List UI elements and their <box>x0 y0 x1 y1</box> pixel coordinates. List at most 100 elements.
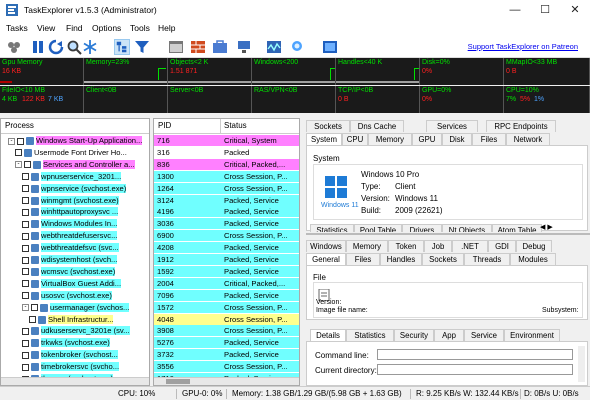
tab-dotnet[interactable]: .NET <box>452 240 488 252</box>
maximize-button[interactable]: ☐ <box>530 0 560 20</box>
tab-system[interactable]: System <box>306 133 342 145</box>
process-checkbox[interactable] <box>22 185 29 193</box>
pid-row[interactable]: 716 Critical, System <box>154 135 299 146</box>
tab-modules[interactable]: Modules <box>510 253 556 265</box>
process-row[interactable]: tokenbroker (svchost... <box>1 349 149 360</box>
tab-files-proc[interactable]: Files <box>346 253 380 265</box>
tab-pool-table[interactable]: Pool Table <box>354 224 402 232</box>
tab-service[interactable]: Service <box>464 329 504 341</box>
process-hscrollbar[interactable] <box>1 377 149 385</box>
tab-details[interactable]: Details <box>310 329 346 341</box>
pid-row[interactable]: 1592 Packed, Service <box>154 265 299 277</box>
tab-disk[interactable]: Disk <box>442 133 472 145</box>
tree-view-icon[interactable] <box>114 39 130 55</box>
tab-scroll-arrows[interactable]: ◀ ▶ <box>540 224 584 232</box>
tab-memory[interactable]: Memory <box>368 133 412 145</box>
pid-row[interactable]: 1300 Cross Session, P... <box>154 170 299 182</box>
process-checkbox[interactable] <box>22 244 29 252</box>
tab-cpu[interactable]: CPU <box>342 133 368 145</box>
tab-drivers[interactable]: Drivers <box>402 224 442 232</box>
window-icon[interactable] <box>168 39 184 55</box>
process-checkbox[interactable] <box>31 304 38 312</box>
pid-row[interactable]: 4196 Packed, Service <box>154 206 299 218</box>
pid-row[interactable]: 1572 Cross Session, P... <box>154 301 299 313</box>
tab-app[interactable]: App <box>434 329 464 341</box>
process-row[interactable]: usosvc (svchost.exe) <box>1 290 149 301</box>
snowflake-icon[interactable] <box>82 39 98 55</box>
search-icon[interactable] <box>66 39 82 55</box>
current-directory-field[interactable] <box>377 364 573 375</box>
pid-row[interactable]: 3556 Cross Session, P... <box>154 361 299 373</box>
process-checkbox[interactable] <box>22 327 29 335</box>
process-checkbox[interactable] <box>22 339 29 347</box>
menu-tools[interactable]: Tools <box>130 23 150 33</box>
process-row[interactable]: VirtualBox Guest Addi... <box>1 278 149 289</box>
pid-row[interactable]: 316 Packed <box>154 147 299 158</box>
process-checkbox[interactable] <box>22 363 29 371</box>
process-row[interactable]: wpnuserservice_3201... <box>1 171 149 182</box>
process-checkbox[interactable] <box>22 232 29 240</box>
process-row[interactable]: udkuserservc_3201e (sv... <box>1 325 149 336</box>
pid-column-header[interactable]: PID <box>158 121 171 133</box>
tab-dns-cache[interactable]: Dns Cache <box>350 120 404 132</box>
find-handle-icon[interactable] <box>290 39 306 55</box>
menu-view[interactable]: View <box>37 23 55 33</box>
process-row[interactable]: webthreatdefsvc (svc... <box>1 242 149 253</box>
menu-help[interactable]: Help <box>158 23 175 33</box>
tab-sockets[interactable]: Sockets <box>306 120 350 132</box>
process-checkbox[interactable] <box>22 280 29 288</box>
patreon-link[interactable]: Support TaskExplorer on Patreon <box>468 42 578 51</box>
process-row[interactable]: Windows Modules In... <box>1 218 149 229</box>
network-icon[interactable] <box>236 39 252 55</box>
process-checkbox[interactable] <box>15 149 22 157</box>
process-row[interactable]: webthreatdefusersvc... <box>1 230 149 241</box>
tab-token[interactable]: Token <box>388 240 424 252</box>
process-checkbox[interactable] <box>22 208 29 216</box>
process-row[interactable]: wcmsvc (svchost.exe) <box>1 266 149 277</box>
process-checkbox[interactable] <box>24 161 31 169</box>
process-row[interactable]: - Windows Start-Up Application... <box>1 135 149 146</box>
process-row[interactable]: wdisystemhost (svch... <box>1 254 149 265</box>
process-checkbox[interactable] <box>22 351 29 359</box>
tab-rpc-endpoints[interactable]: RPC Endpoints <box>486 120 556 132</box>
process-row[interactable]: - usermanager (svchos... <box>1 302 149 313</box>
process-checkbox[interactable] <box>22 292 29 300</box>
menu-options[interactable]: Options <box>92 23 121 33</box>
pid-row[interactable]: 1912 Packed, Service <box>154 254 299 265</box>
toolbox-icon[interactable] <box>212 39 228 55</box>
filter-icon[interactable] <box>134 39 150 55</box>
tab-sockets-proc[interactable]: Sockets <box>422 253 464 265</box>
process-row[interactable]: Usermode Font Driver Ho... <box>1 147 149 158</box>
expand-toggle-icon[interactable]: - <box>22 304 29 312</box>
tab-debug[interactable]: Debug <box>516 240 552 252</box>
pid-row[interactable]: 5276 Packed, Service <box>154 337 299 349</box>
pid-row[interactable]: 4208 Packed, Service <box>154 242 299 254</box>
pid-row[interactable]: 2004 Critical, Packed,... <box>154 277 299 289</box>
process-row[interactable]: trkwks (svchost.exe) <box>1 337 149 348</box>
tab-network[interactable]: Network <box>506 133 550 145</box>
pid-row[interactable]: 1264 Cross Session, P... <box>154 182 299 194</box>
menu-tasks[interactable]: Tasks <box>6 23 28 33</box>
pid-hscrollbar[interactable] <box>154 377 299 385</box>
tab-statistics-proc[interactable]: Statistics <box>346 329 394 341</box>
tab-general[interactable]: General <box>306 253 346 265</box>
details-vscrollbar[interactable] <box>578 346 585 382</box>
terminal-icon[interactable] <box>322 39 338 55</box>
pause-icon[interactable] <box>30 39 46 55</box>
process-checkbox[interactable] <box>22 220 29 228</box>
expand-toggle-icon[interactable]: - <box>8 137 15 145</box>
process-column-header[interactable]: Process <box>5 121 34 133</box>
close-button[interactable]: ✕ <box>560 0 590 20</box>
minimize-button[interactable]: — <box>500 0 530 20</box>
process-row[interactable]: - Services and Controller a... <box>1 159 149 170</box>
process-tree-panel[interactable]: Process - Windows Start-Up Application...… <box>0 118 150 386</box>
tab-files[interactable]: Files <box>472 133 506 145</box>
process-checkbox[interactable] <box>29 316 36 323</box>
tab-gdi[interactable]: GDI <box>488 240 516 252</box>
tab-atom-table[interactable]: Atom Table <box>492 224 542 232</box>
menu-find[interactable]: Find <box>66 23 83 33</box>
pid-status-panel[interactable]: PID Status 716 Critical, System 316 Packed 8… <box>153 118 300 386</box>
pid-row[interactable]: 3124 Packed, Service <box>154 194 299 206</box>
process-checkbox[interactable] <box>22 256 29 264</box>
refresh-icon[interactable] <box>48 39 64 55</box>
